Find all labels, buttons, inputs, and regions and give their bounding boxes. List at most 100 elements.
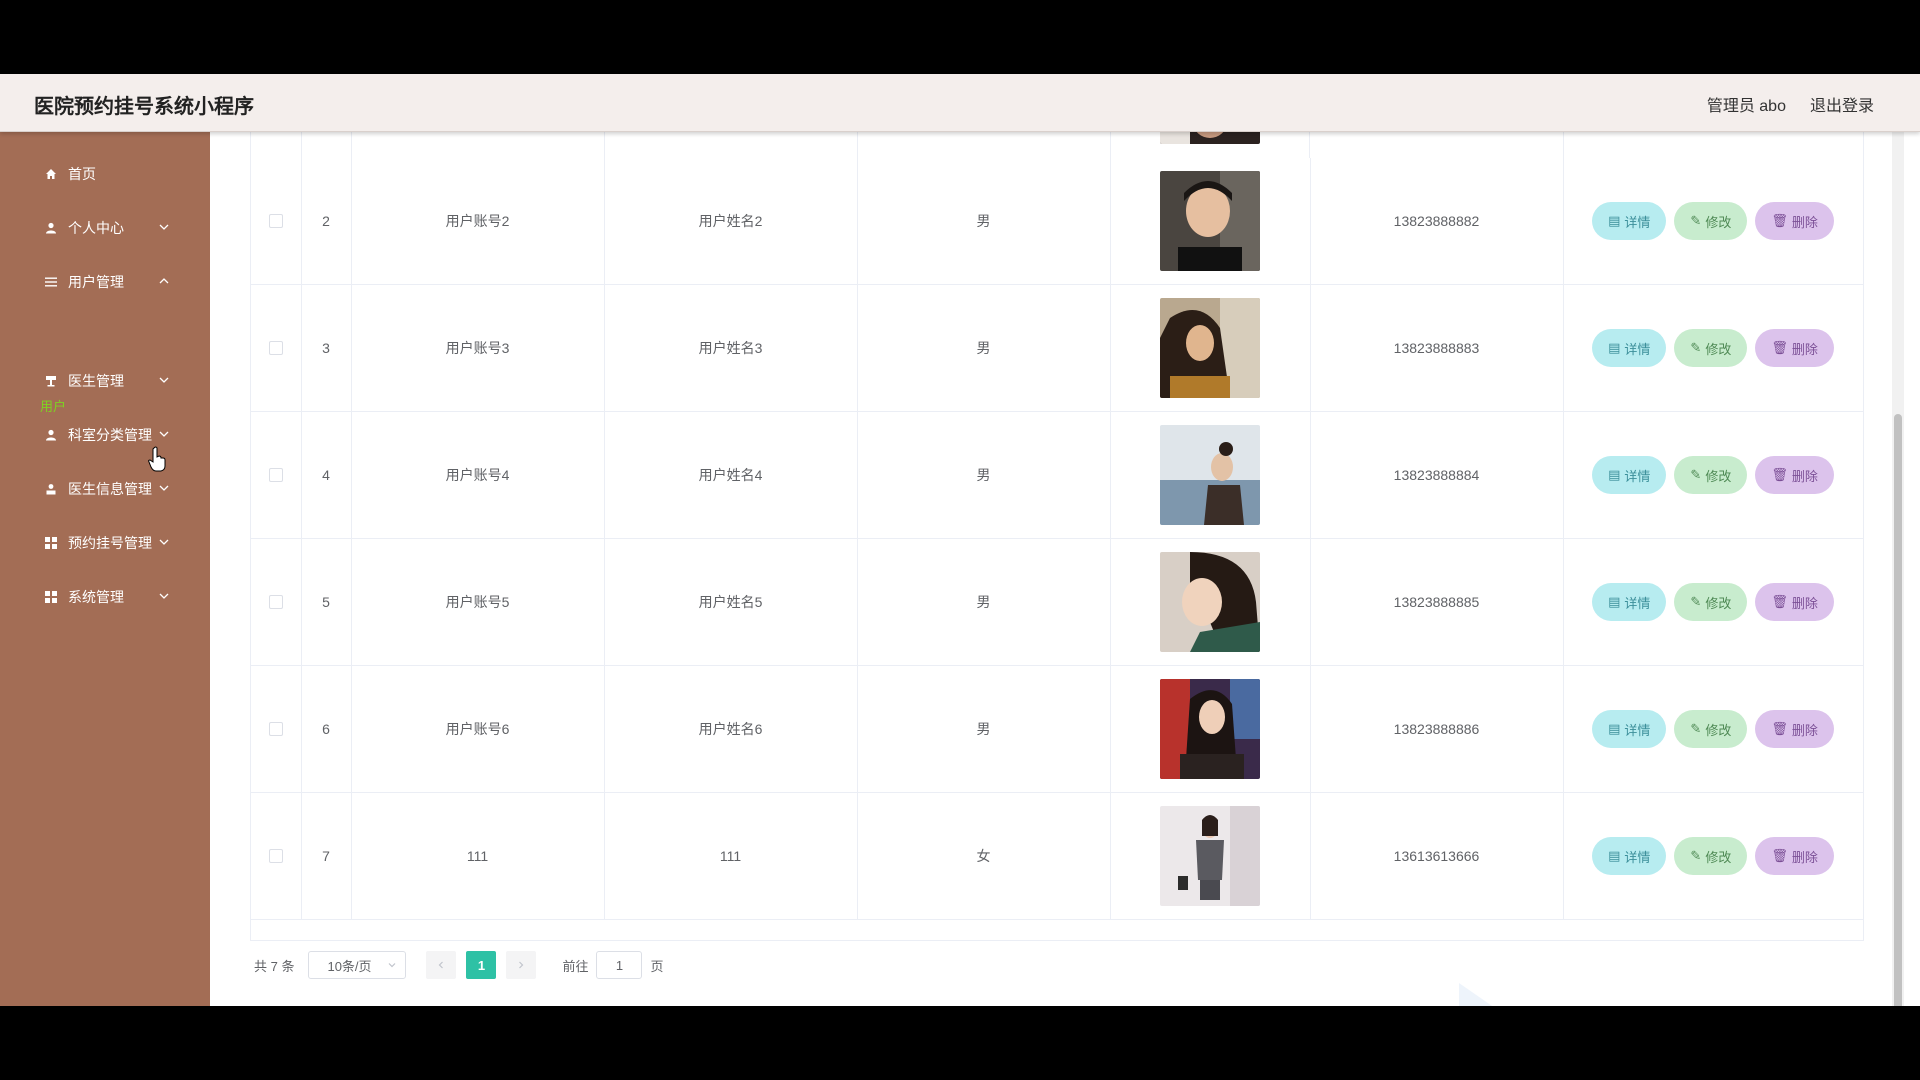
trash-icon: 🗑 [1771,721,1788,736]
user-account: 用户账号3 [351,285,605,411]
top-bar: 医院预约挂号系统小程序 管理员 abo 退出登录 [0,74,1920,132]
user-phone: 13823888883 [1310,285,1564,411]
user-phone: 13613613666 [1310,793,1564,919]
delete-button[interactable]: 🗑 删除 [1755,456,1834,494]
play-watermark-icon [1459,983,1493,1006]
detail-button[interactable]: ▤ 详情 [1592,837,1667,875]
sidebar-item-doctor-info-management[interactable]: 医生信息管理 [0,469,210,509]
row-actions: ▤ 详情 ✎ 修改 🗑 删除 [1563,158,1863,284]
detail-button[interactable]: ▤ 详情 [1592,202,1667,240]
user-avatar [1160,679,1260,779]
detail-button[interactable]: ▤ 详情 [1592,329,1667,367]
sidebar-item-label: 医生信息管理 [68,481,152,497]
table-row [251,132,1863,159]
person-icon [44,221,58,235]
sidebar-item-appointment-management[interactable]: 预约挂号管理 [0,523,210,563]
chevron-right-icon [519,961,524,969]
user-phone: 13823888884 [1310,412,1564,538]
page-size-select[interactable]: 10条/页 [308,951,407,979]
detail-button[interactable]: ▤ 详情 [1592,456,1667,494]
scroll-thumb[interactable] [1894,414,1902,1006]
pencil-icon: ✎ [1690,213,1702,228]
chevron-down-icon [159,593,169,599]
document-icon: ▤ [1608,213,1621,228]
sidebar-item-personal-center[interactable]: 个人中心 [0,208,210,248]
user-phone: 13823888886 [1310,666,1564,792]
sidebar-item-home[interactable]: 首页 [0,154,210,194]
row-actions: ▤ 详情 ✎ 修改 🗑 删除 [1563,793,1863,919]
user-table: 2 用户账号2 用户姓名2 男 13823888882 ▤ 详情 ✎ 修改 🗑 … [250,132,1864,941]
list-icon [44,275,58,289]
detail-button[interactable]: ▤ 详情 [1592,583,1667,621]
sidebar-item-label: 预约挂号管理 [68,535,152,551]
document-icon: ▤ [1608,467,1621,482]
user-account: 用户账号6 [351,666,605,792]
detail-button[interactable]: ▤ 详情 [1592,710,1667,748]
sidebar-item-department-management[interactable]: 科室分类管理 [0,415,210,455]
edit-button[interactable]: ✎ 修改 [1674,202,1748,240]
document-icon: ▤ [1608,721,1621,736]
trash-icon: 🗑 [1771,594,1788,609]
table-row: 6 用户账号6 用户姓名6 男 13823888886 ▤ 详情 ✎ 修改 🗑 … [251,666,1863,793]
row-index: 7 [301,793,352,919]
row-checkbox[interactable] [269,722,283,736]
delete-button[interactable]: 🗑 删除 [1755,710,1834,748]
vertical-scrollbar[interactable] [1892,132,1904,1006]
edit-button[interactable]: ✎ 修改 [1674,456,1748,494]
sidebar-item-label: 首页 [68,166,96,182]
page-unit-label: 页 [650,958,664,974]
user-name: 用户姓名3 [604,285,858,411]
delete-button[interactable]: 🗑 删除 [1755,583,1834,621]
sidebar-item-user-management[interactable]: 用户管理 [0,262,210,302]
pagination: 共 7 条 10条/页 1 前往 页 [254,950,664,980]
user-avatar [1160,552,1260,652]
user-avatar [1160,298,1260,398]
edit-button[interactable]: ✎ 修改 [1674,710,1748,748]
grid-icon [44,590,58,604]
page-number-current[interactable]: 1 [466,951,497,979]
grid-icon [44,536,58,550]
delete-button[interactable]: 🗑 删除 [1755,837,1834,875]
page-size-value: 10条/页 [327,958,372,974]
user-name: 用户姓名5 [604,539,858,665]
user-name: 用户姓名2 [604,158,858,284]
chevron-down-icon [389,963,396,968]
logout-link[interactable]: 退出登录 [1810,92,1874,116]
person-icon [44,428,58,442]
delete-button[interactable]: 🗑 删除 [1755,202,1834,240]
user-gender: 男 [857,666,1111,792]
sidebar-item-doctor-management[interactable]: 医生管理 [0,361,210,401]
row-checkbox[interactable] [269,341,283,355]
row-checkbox[interactable] [269,214,283,228]
goto-page-input[interactable] [596,951,643,979]
prev-page-button[interactable] [426,951,457,979]
user-icon [44,482,58,496]
pencil-icon: ✎ [1690,721,1702,736]
row-index: 2 [301,158,352,284]
row-index: 4 [301,412,352,538]
app-window: 医院预约挂号系统小程序 管理员 abo 退出登录 首页 个人中心 用户管理 用户… [0,74,1920,1006]
table-row: 7 111 111 女 13613613666 ▤ 详情 ✎ 修改 🗑 删除 [251,793,1863,920]
user-gender: 男 [857,285,1111,411]
user-avatar [1160,425,1260,525]
next-page-button[interactable] [506,951,537,979]
row-checkbox[interactable] [269,849,283,863]
trash-icon: 🗑 [1771,848,1788,863]
edit-button[interactable]: ✎ 修改 [1674,329,1748,367]
delete-button[interactable]: 🗑 删除 [1755,329,1834,367]
edit-button[interactable]: ✎ 修改 [1674,837,1748,875]
trash-icon: 🗑 [1771,467,1788,482]
sidebar-item-label: 个人中心 [68,220,124,236]
chevron-down-icon [159,485,169,491]
chevron-up-icon [159,278,169,284]
document-icon: ▤ [1608,848,1621,863]
chevron-down-icon [159,377,169,383]
hand-cursor-icon [148,446,166,472]
sidebar-item-system-management[interactable]: 系统管理 [0,577,210,617]
row-checkbox[interactable] [269,595,283,609]
edit-button[interactable]: ✎ 修改 [1674,583,1748,621]
row-checkbox[interactable] [269,468,283,482]
row-actions: ▤ 详情 ✎ 修改 🗑 删除 [1563,539,1863,665]
admin-user-label[interactable]: 管理员 abo [1707,92,1786,116]
top-right-area: 管理员 abo 退出登录 [1707,92,1874,116]
